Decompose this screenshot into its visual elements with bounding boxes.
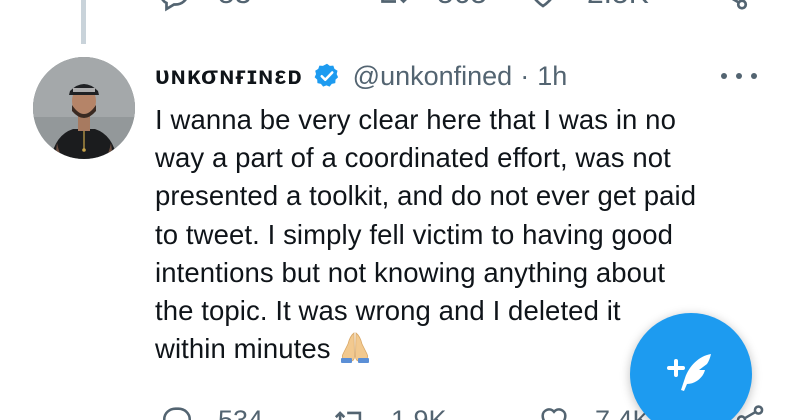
share-icon (731, 0, 748, 10)
tweet-text-line: intentions but not knowing anything abou… (155, 256, 666, 288)
previous-like-count: 2.5K (587, 0, 649, 11)
display-name[interactable]: ᴜɴκσɴғɪɴεᴅ (155, 62, 303, 91)
avatar-photo (33, 57, 135, 159)
tweet-timestamp[interactable]: 1h (537, 61, 567, 92)
retweet-icon (381, 0, 407, 4)
heart-icon (541, 408, 567, 420)
retweet-button[interactable]: 1.9K (333, 403, 447, 420)
previous-like-button[interactable]: 2.5K (525, 0, 649, 12)
tweet-text-line: I wanna be very clear here that I was in… (155, 104, 676, 135)
thread-connector-line (81, 0, 86, 44)
like-button[interactable]: 7.4K (537, 403, 651, 420)
compose-tweet-icon (667, 354, 711, 391)
folded-hands-icon (340, 332, 369, 364)
previous-tweet-action-bar: 53 565 2.5K (150, 0, 770, 14)
tweet-text-line: within minutes (155, 333, 331, 365)
heart-icon (534, 0, 552, 8)
previous-reply-count: 53 (218, 0, 251, 11)
header-separator: · (520, 60, 530, 91)
tweet-text-line: way a part of a coordinated effort, was … (155, 142, 671, 174)
reply-button[interactable]: 534 (160, 403, 263, 420)
tweet-header: ᴜɴκσɴғɪɴεᴅ @unkonfined · 1h (155, 56, 567, 96)
previous-retweet-button[interactable]: 565 (375, 0, 487, 12)
reply-icon (162, 407, 192, 420)
retweet-count: 1.9K (391, 404, 447, 420)
user-handle[interactable]: @unkonfined (353, 61, 513, 92)
tweet-text-line: presented a toolkit, and do not ever get… (155, 180, 697, 212)
retweet-icon (334, 411, 362, 420)
previous-reply-button[interactable]: 53 (156, 0, 251, 12)
user-avatar[interactable] (33, 57, 135, 159)
tweet-thread-screen: 53 565 2.5K ᴜɴ (0, 0, 800, 420)
reply-icon (161, 0, 187, 12)
tweet-text-line: to tweet. I simply fell victim to having… (155, 218, 674, 250)
previous-retweet-count: 565 (437, 0, 487, 11)
verified-badge-icon (314, 63, 338, 87)
reply-count: 534 (218, 404, 264, 420)
previous-share-button[interactable] (715, 0, 751, 12)
more-horizontal-icon[interactable] (721, 64, 757, 88)
